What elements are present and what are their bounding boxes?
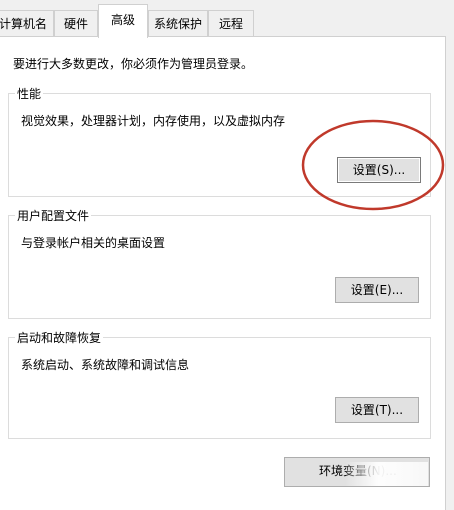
advanced-tab-panel: 要进行大多数更改，你必须作为管理员登录。 性能 视觉效果，处理器计划，内存使用，… — [0, 36, 446, 510]
tab-advanced[interactable]: 高级 — [98, 4, 148, 38]
tab-bar: 计算机名 硬件 高级 系统保护 远程 — [0, 0, 454, 38]
tab-hardware[interactable]: 硬件 — [54, 10, 98, 36]
performance-settings-button[interactable]: 设置(S)... — [337, 157, 421, 183]
performance-group: 性能 视觉效果，处理器计划，内存使用，以及虚拟内存 设置(S)... — [8, 85, 431, 197]
startup-recovery-description: 系统启动、系统故障和调试信息 — [21, 358, 190, 372]
performance-group-title: 性能 — [15, 85, 44, 102]
performance-description: 视觉效果，处理器计划，内存使用，以及虚拟内存 — [21, 114, 286, 128]
user-profiles-description: 与登录帐户相关的桌面设置 — [21, 236, 166, 250]
user-profiles-group: 用户配置文件 与登录帐户相关的桌面设置 设置(E)... — [8, 207, 431, 319]
startup-recovery-settings-button[interactable]: 设置(T)... — [335, 397, 419, 423]
environment-variables-button[interactable]: 环境变量(N)... — [284, 457, 430, 487]
tab-system-protection[interactable]: 系统保护 — [148, 10, 208, 36]
tab-remote[interactable]: 远程 — [208, 10, 254, 36]
tab-computer-name[interactable]: 计算机名 — [0, 10, 54, 36]
startup-recovery-group: 启动和故障恢复 系统启动、系统故障和调试信息 设置(T)... — [8, 329, 431, 439]
admin-notice: 要进行大多数更改，你必须作为管理员登录。 — [13, 57, 254, 71]
user-profiles-group-title: 用户配置文件 — [15, 207, 92, 224]
user-profiles-settings-button[interactable]: 设置(E)... — [335, 277, 419, 303]
startup-recovery-group-title: 启动和故障恢复 — [15, 329, 104, 346]
